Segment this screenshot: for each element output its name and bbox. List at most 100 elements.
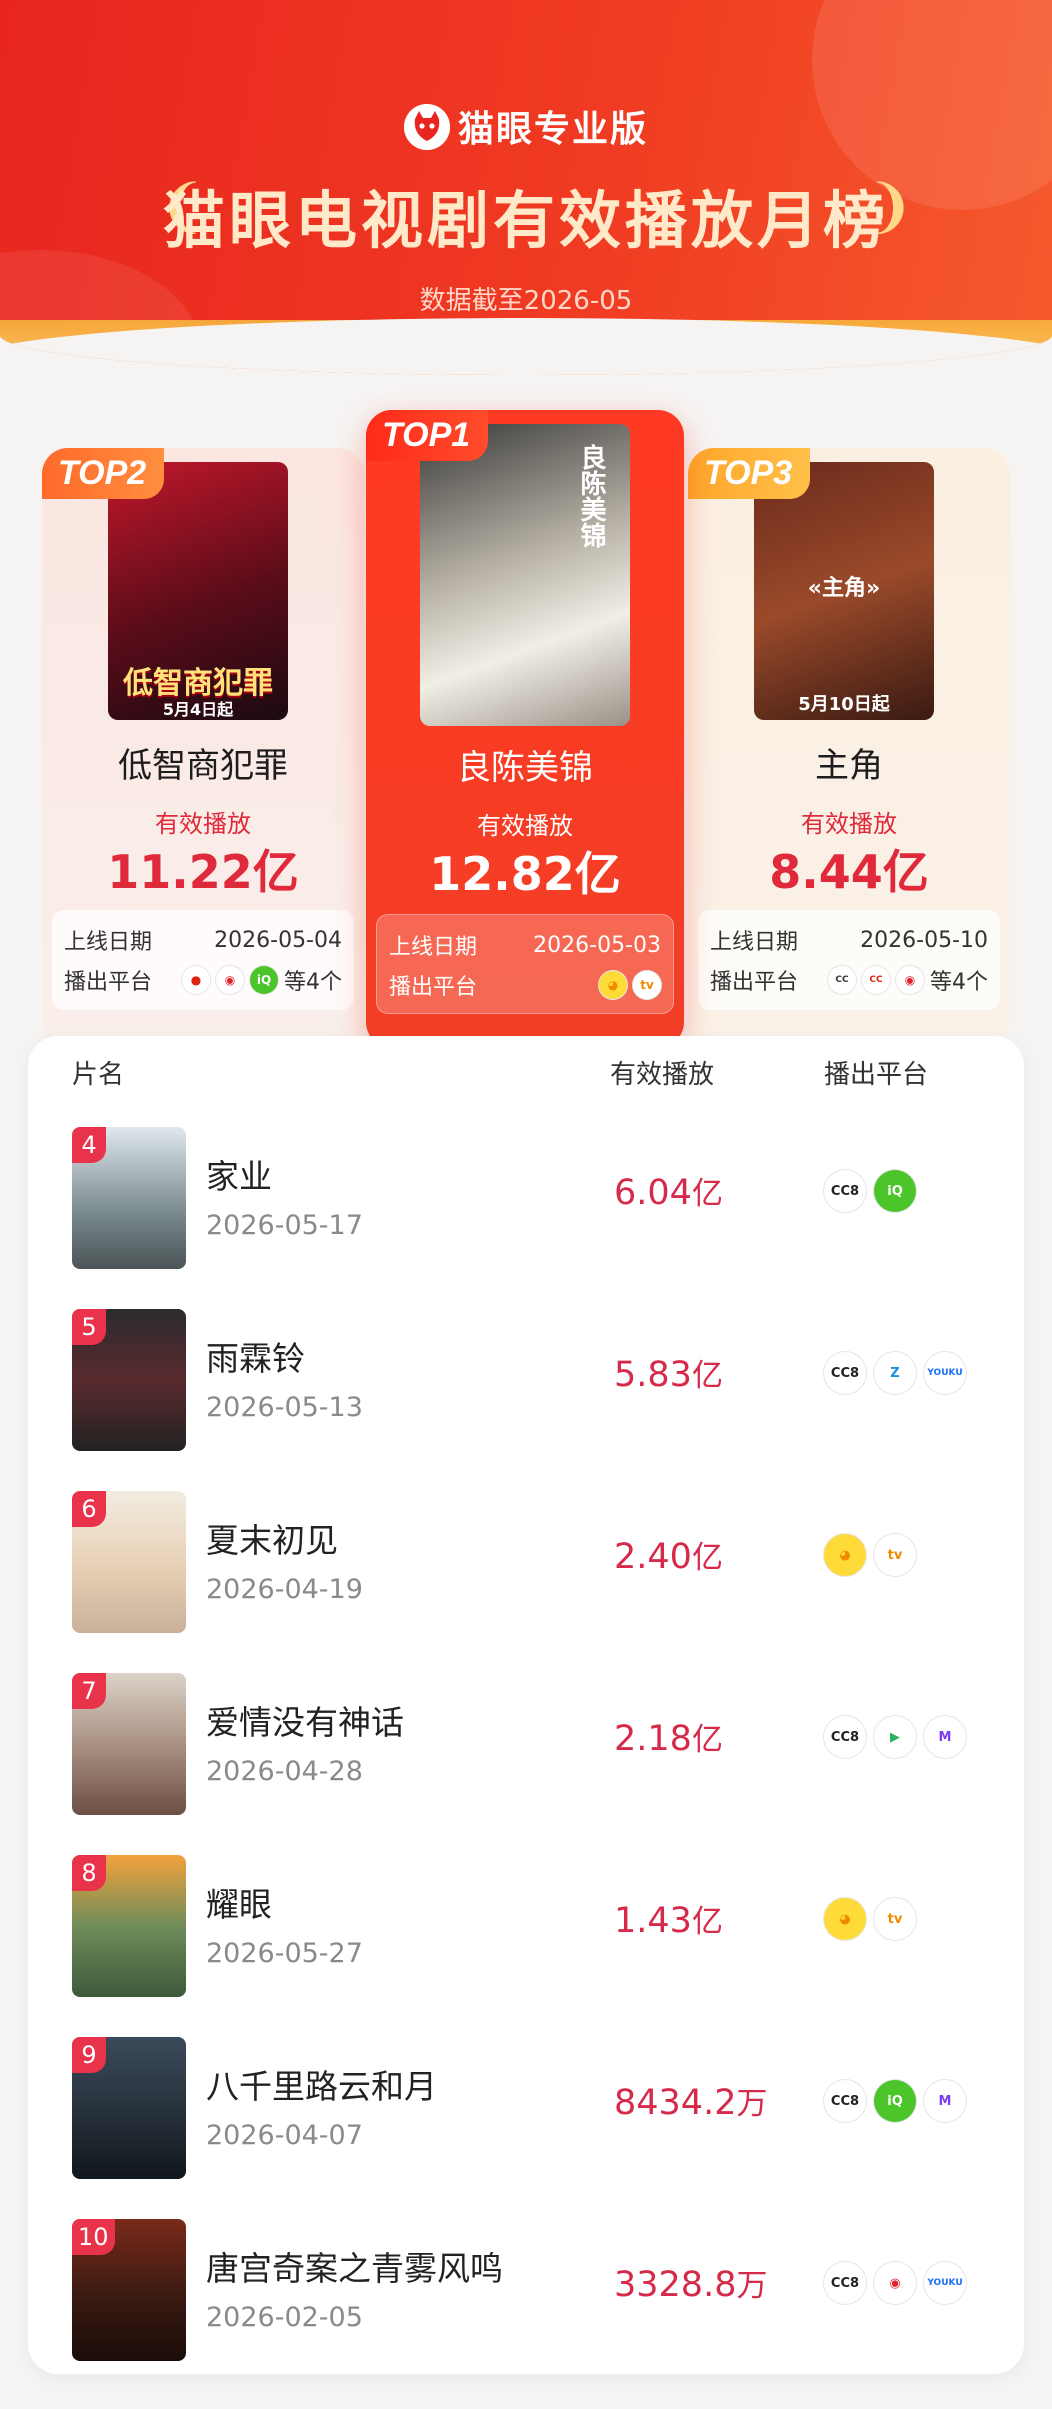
top3-card[interactable]: «主角» 5月10日起 TOP3 主角 有效播放 8.44亿 上线日期 2026-… [688,448,1010,1048]
ranking-table: 片名 有效播放 播出平台 4 家业 2026-05-17 6.04亿 CC8 iQ… [28,1036,1024,2374]
top3-tag: TOP3 [688,448,811,499]
top2-card[interactable]: 低智商犯罪 5月4日起 TOP2 低智商犯罪 有效播放 11.22亿 上线日期 2… [42,448,364,1048]
launch-date: 2026-05-03 [533,932,661,958]
poster-date: 5月10日起 [798,694,890,715]
cctv8-icon: CC8 [824,2262,866,2304]
drama-date: 2026-04-07 [206,2120,363,2151]
drama-title: 唐宫奇案之青雾风鸣 [206,2249,503,2288]
poster-thumb: 8 [72,1855,186,1997]
platform-icons: CC CC ◉ 等4个 [828,964,988,996]
mango-icon: ◕ [824,1898,866,1940]
play-value: 3328.8万 [614,2260,767,2305]
cctv8-icon: CC8 [824,1352,866,1394]
drama-title: 家业 [206,1157,272,1196]
col-play-header: 有效播放 [610,1060,715,1090]
poster-thumb: 9 [72,2037,186,2179]
drama-title: 雨霖铃 [206,1339,305,1378]
launch-date: 2026-05-10 [860,927,988,953]
drama-date: 2026-05-27 [206,1938,363,1969]
migu-icon: M [924,2080,966,2122]
mgtv-icon: tv [633,971,661,999]
drama-date: 2026-04-28 [206,1756,363,1787]
brand: 猫眼专业版 [0,100,1052,154]
platform-icons: ● ◉ iQ 等4个 [182,964,342,996]
poster-thumb: 5 [72,1309,186,1451]
tencent-icon: ◉ [874,2262,916,2304]
cctv-icon: ● [182,966,210,994]
drama-title: 夏末初见 [206,1521,338,1560]
youku-icon: YOUKU [924,1352,966,1394]
top2-value: 11.22亿 [107,845,299,899]
tencent-icon: ◉ [216,966,244,994]
platform-icons: CC8 Z YOUKU [824,1352,966,1394]
play-number: 3328.8 [614,2265,737,2305]
launch-date-label: 上线日期 [64,930,153,955]
list-item[interactable]: 9 八千里路云和月 2026-04-07 8434.2万 CC8 iQ M [28,2022,1024,2204]
top3-effective-label: 有效播放 [801,810,897,838]
list-item[interactable]: 4 家业 2026-05-17 6.04亿 CC8 iQ [28,1112,1024,1294]
cctv8-icon: CC8 [824,1716,866,1758]
drama-title: 耀眼 [206,1885,272,1924]
drama-title: 八千里路云和月 [206,2067,437,2106]
mgtv-icon: tv [874,1898,916,1940]
top2-poster: 低智商犯罪 5月4日起 [108,462,288,720]
tencent-icon: ◉ [896,966,924,994]
list-item[interactable]: 5 雨霖铃 2026-05-13 5.83亿 CC8 Z YOUKU [28,1294,1024,1476]
rank-badge: 10 [72,2219,115,2255]
col-name-header: 片名 [72,1060,125,1090]
iqiyi-icon: iQ [874,1170,916,1212]
platform-icons: CC8 ◉ YOUKU [824,2262,966,2304]
top3-title: 主角 [815,746,883,786]
cctv8-icon: CC8 [824,1170,866,1212]
play-unit: 万 [736,2086,768,2122]
poster-thumb: 6 [72,1491,186,1633]
play-unit: 亿 [691,1176,723,1212]
play-number: 2.40 [614,1537,692,1577]
platform-more: 等4个 [930,970,988,995]
rank-badge: 7 [72,1673,106,1709]
top2-title: 低智商犯罪 [118,746,288,786]
poster-thumb: 7 [72,1673,186,1815]
list-item[interactable]: 7 爱情没有神话 2026-04-28 2.18亿 CC8 ▶ M [28,1658,1024,1840]
play-value: 5.83亿 [614,1350,723,1395]
cctv-icon: CC [862,966,890,994]
list-item[interactable]: 6 夏末初见 2026-04-19 2.40亿 ◕ tv [28,1476,1024,1658]
launch-date: 2026-05-04 [214,927,342,953]
platform-icons: CC8 iQ M [824,2080,966,2122]
rank-badge: 5 [72,1309,106,1345]
launch-date-label: 上线日期 [389,935,478,960]
poster-thumb: 10 [72,2219,186,2361]
play-unit: 亿 [691,1358,723,1394]
rank-badge: 4 [72,1127,106,1163]
top1-info: 上线日期 2026-05-03 播出平台 ◕ tv [376,914,674,1014]
drama-date: 2026-02-05 [206,2302,363,2333]
play-unit: 亿 [691,1540,723,1576]
play-unit: 亿 [691,1904,723,1940]
rank-badge: 8 [72,1855,106,1891]
top3-info: 上线日期 2026-05-10 播出平台 CC CC ◉ 等4个 [698,910,1000,1010]
list-item[interactable]: 10 唐宫奇案之青雾风鸣 2026-02-05 3328.8万 CC8 ◉ YOUK… [28,2204,1024,2386]
top1-poster: 良陈美锦 [420,424,630,726]
migu-icon: M [924,1716,966,1758]
play-value: 2.40亿 [614,1532,723,1577]
top1-effective-label: 有效播放 [477,812,573,840]
top1-value: 12.82亿 [429,847,621,901]
play-value: 1.43亿 [614,1896,723,1941]
drama-date: 2026-05-13 [206,1392,363,1423]
top3-poster: «主角» 5月10日起 [754,462,934,720]
play-number: 8434.2 [614,2083,737,2123]
cctv8-icon: CC8 [824,2080,866,2122]
tencent-video-icon: ▶ [874,1716,916,1758]
platform-more: 等4个 [284,970,342,995]
platform-icons: ◕ tv [599,971,661,999]
play-value: 6.04亿 [614,1168,723,1213]
platform-label: 播出平台 [710,970,799,995]
zj-tv-icon: Z [874,1352,916,1394]
top1-card[interactable]: 良陈美锦 TOP1 良陈美锦 有效播放 12.82亿 上线日期 2026-05-0… [366,410,684,1048]
platform-icons: CC8 iQ [824,1170,916,1212]
drama-date: 2026-05-17 [206,1210,363,1241]
platform-icons: ◕ tv [824,1898,916,1940]
list-item[interactable]: 8 耀眼 2026-05-27 1.43亿 ◕ tv [28,1840,1024,2022]
poster-date: 5月4日起 [162,700,234,719]
platform-icons: ◕ tv [824,1534,916,1576]
